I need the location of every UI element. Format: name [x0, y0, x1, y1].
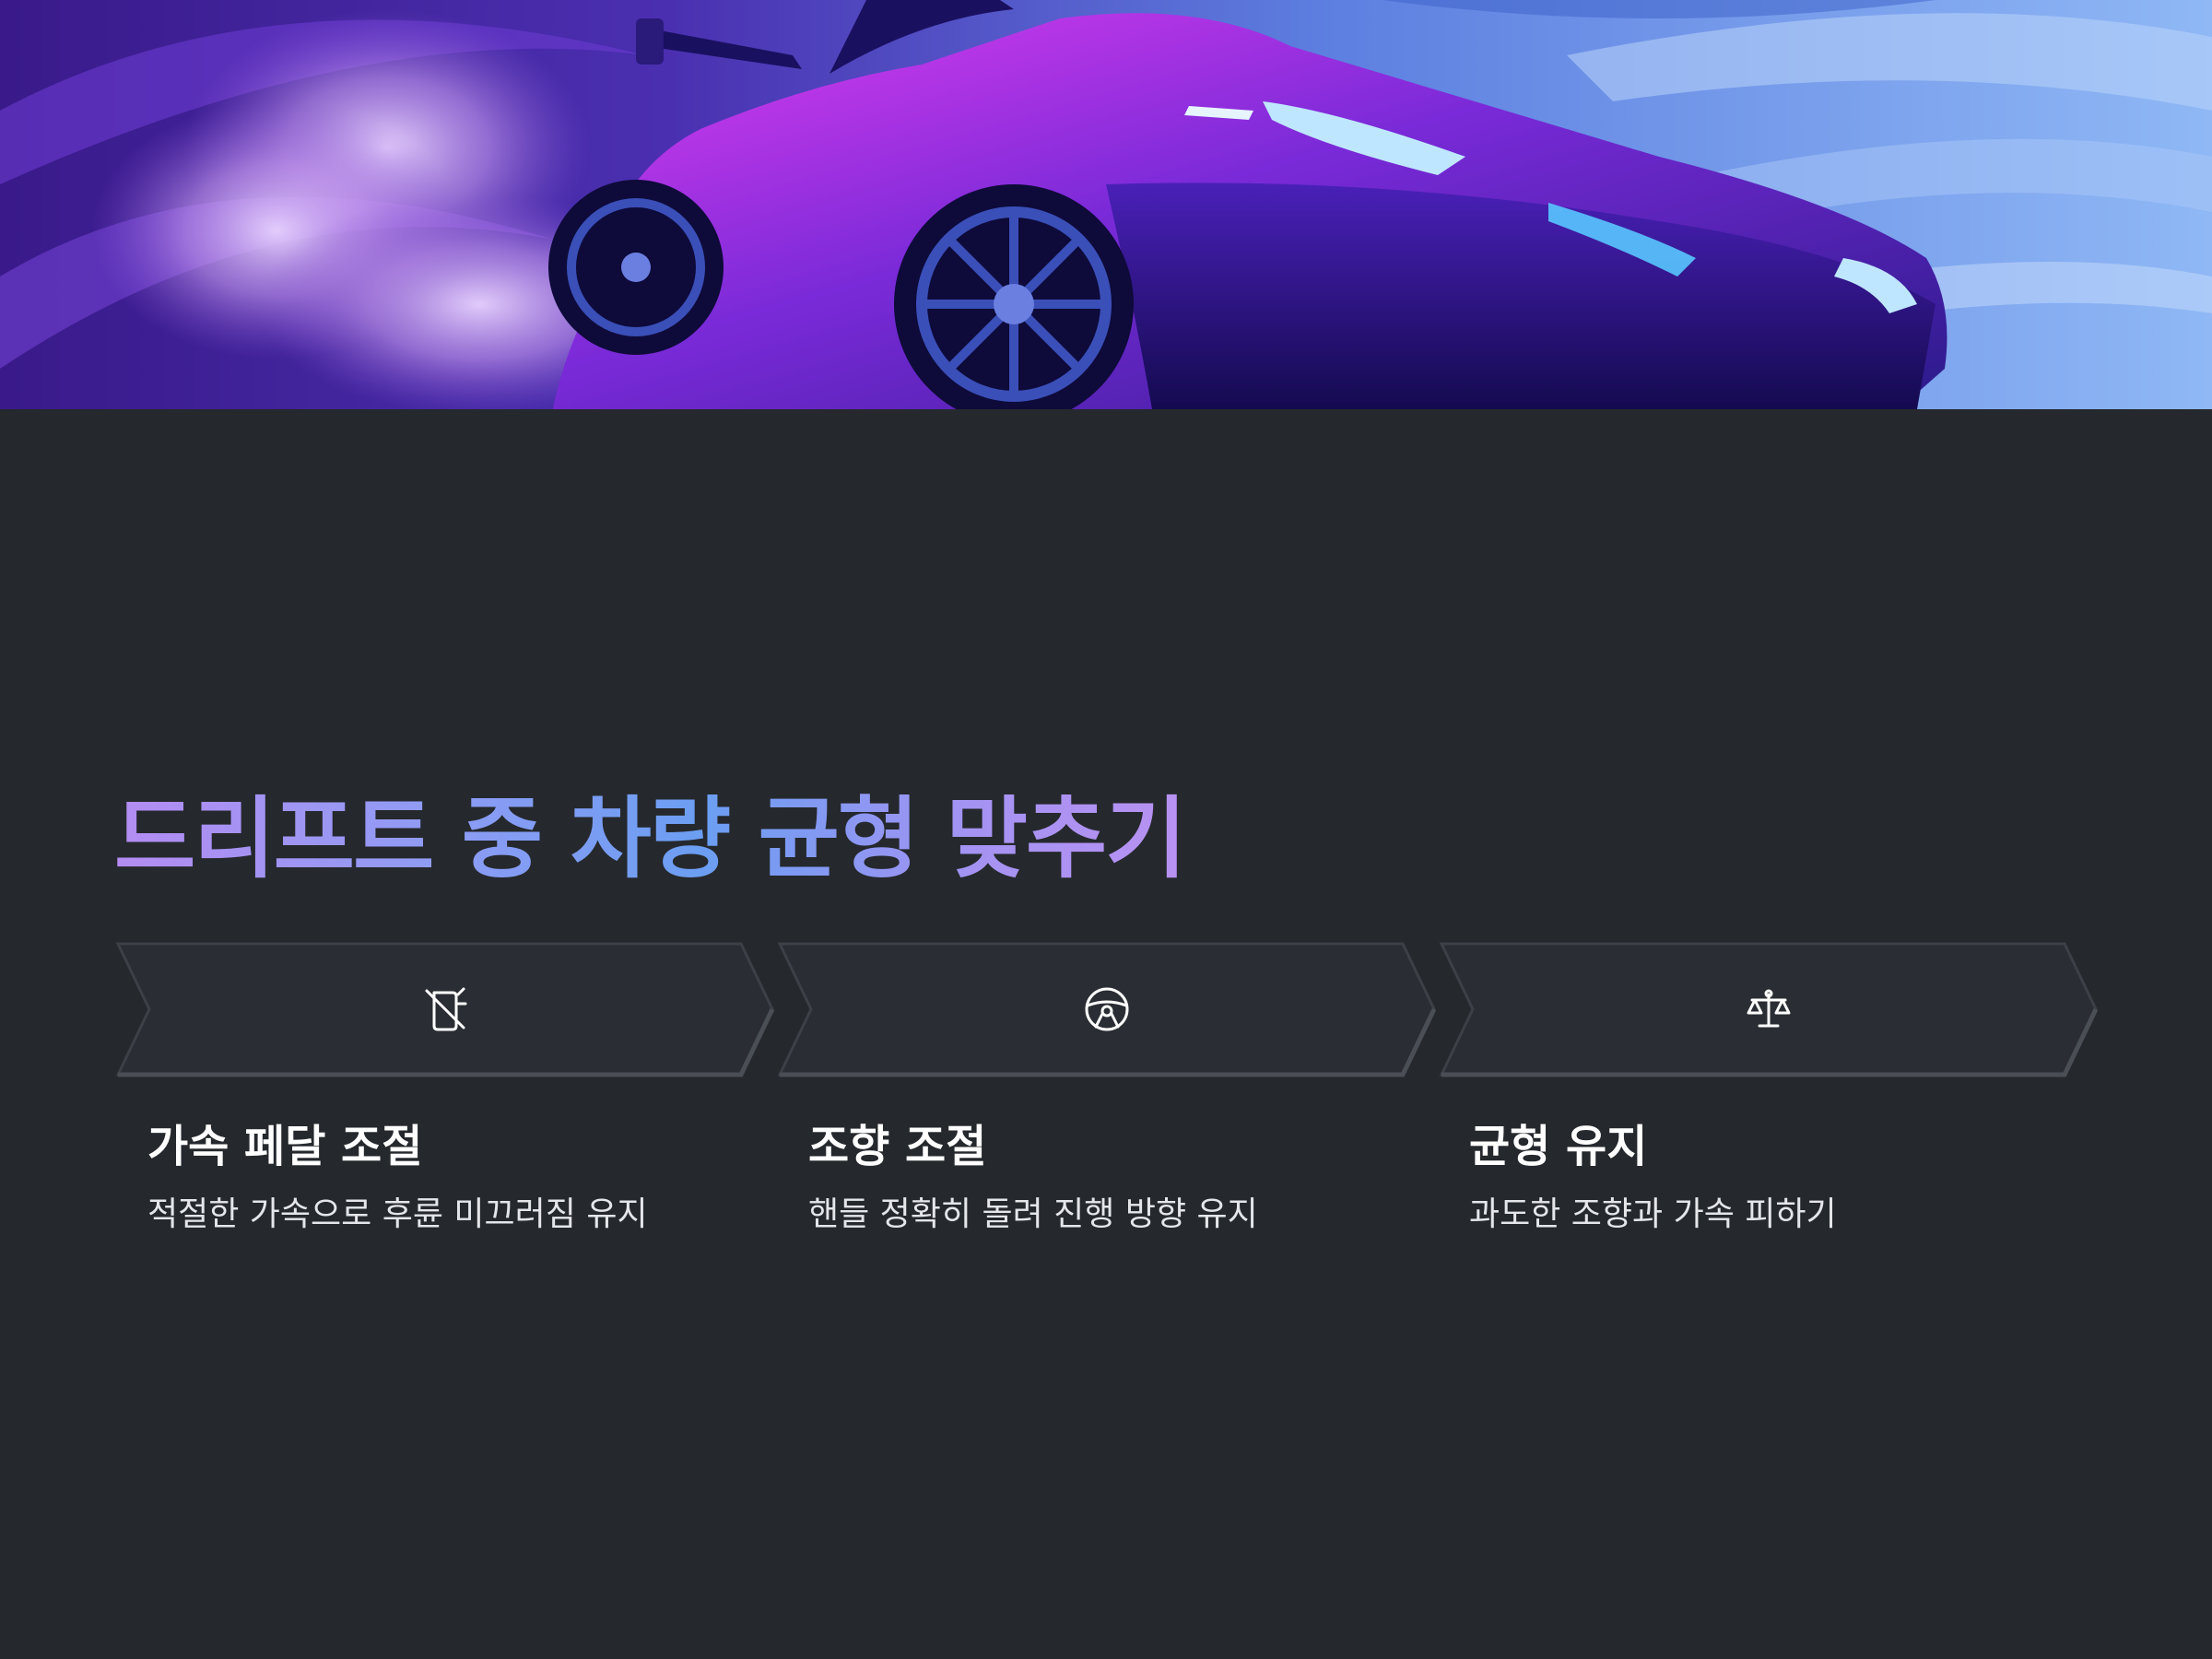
step-2: 조향 조절 핸들 정확히 돌려 진행 방향 유지	[808, 1117, 1435, 1237]
step-banner-1	[114, 940, 774, 1078]
step-description: 과도한 조향과 가속 피하기	[1469, 1195, 1837, 1233]
balance-scale-icon	[1747, 989, 1791, 1028]
step-title: 균형 유지	[1469, 1121, 1648, 1172]
step-description: 핸들 정확히 돌려 진행 방향 유지	[808, 1195, 1258, 1233]
hero-image	[0, 0, 2212, 409]
step-description: 적절한 가속으로 후륜 미끄러짐 유지	[147, 1195, 648, 1233]
no-phone-icon	[425, 987, 467, 1031]
step-1: 가속 페달 조절 적절한 가속으로 후륜 미끄러짐 유지	[147, 1117, 774, 1237]
page-title: 드리프트 중 차량 균형 맞추기	[114, 783, 1187, 894]
step-title: 가속 페달 조절	[147, 1121, 423, 1172]
steering-wheel-icon	[1085, 987, 1129, 1031]
step-title: 조향 조절	[808, 1121, 987, 1172]
step-banner-2	[776, 940, 1436, 1078]
car-illustration	[0, 0, 2212, 409]
slide: 드리프트 중 차량 균형 맞추기 가속 페달 조절 적절한 가속으로 후륜 미끄…	[0, 0, 2212, 1659]
step-3: 균형 유지 과도한 조향과 가속 피하기	[1469, 1117, 2096, 1237]
process-steps	[114, 940, 2098, 1078]
step-banner-3	[1438, 940, 2098, 1078]
